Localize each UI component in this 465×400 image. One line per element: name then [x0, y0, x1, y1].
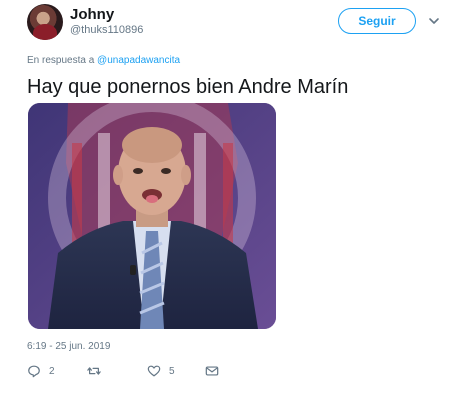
- envelope-icon: [205, 364, 219, 378]
- reply-count: 2: [49, 365, 55, 377]
- tweet-card: Johny @thuks110896 Seguir En respuesta a…: [0, 0, 465, 400]
- user-handle[interactable]: @thuks110896: [70, 24, 143, 36]
- reply-context: En respuesta a @unapadawancita: [27, 55, 180, 66]
- tweet-text: Hay que ponernos bien Andre Marín: [27, 76, 349, 98]
- avatar[interactable]: [27, 4, 63, 40]
- follow-button[interactable]: Seguir: [338, 8, 416, 34]
- reply-button[interactable]: 2: [27, 362, 55, 380]
- reply-mention-link[interactable]: @unapadawancita: [97, 55, 180, 66]
- reply-context-prefix: En respuesta a: [27, 55, 95, 66]
- heart-icon: [147, 364, 161, 378]
- chevron-down-icon[interactable]: [428, 14, 440, 26]
- tweet-actions: 2 5: [27, 362, 247, 380]
- tweet-media[interactable]: [28, 103, 276, 329]
- user-name[interactable]: Johny: [70, 6, 114, 23]
- direct-message-button[interactable]: [205, 362, 219, 380]
- retweet-button[interactable]: [87, 362, 109, 380]
- reply-icon: [27, 364, 41, 378]
- tweet-timestamp[interactable]: 6:19 - 25 jun. 2019: [27, 341, 110, 352]
- media-image: [28, 103, 276, 329]
- like-button[interactable]: 5: [147, 362, 175, 380]
- retweet-icon: [87, 364, 101, 378]
- like-count: 5: [169, 365, 175, 377]
